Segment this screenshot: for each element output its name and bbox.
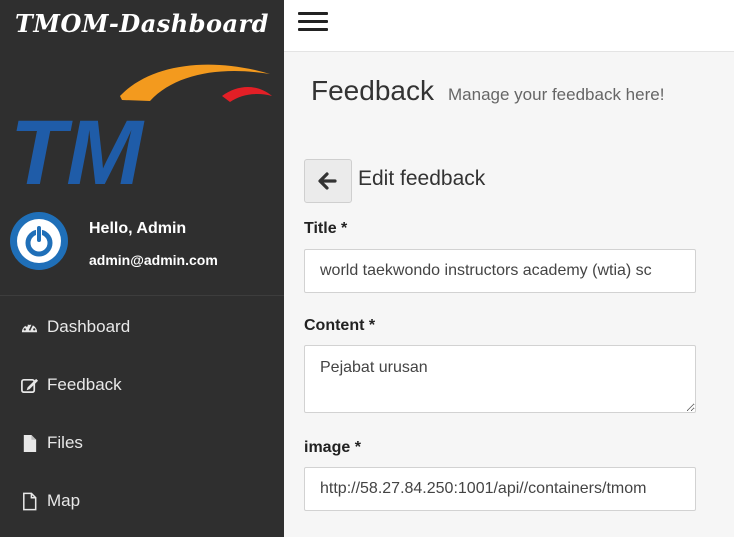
title-label: Title * [304,220,348,237]
sidebar: TMOM-Dashboard TM Hello, Admin admin@adm… [0,0,284,537]
menu-toggle-icon[interactable] [298,12,328,32]
back-button[interactable] [304,159,352,203]
user-profile: Hello, Admin admin@admin.com [0,208,284,296]
file-icon [23,434,37,452]
sidebar-item-label: Dashboard [47,317,131,336]
file-outline-icon [23,492,37,510]
page-subtitle: Manage your feedback here! [448,85,665,104]
title-field[interactable]: world taekwondo instructors academy (wti… [304,249,696,293]
greeting: Hello, Admin [89,220,187,237]
sidebar-item-feedback[interactable]: Feedback [0,356,284,414]
logo-text: TM [10,102,145,196]
tm-logo: TM [10,64,272,196]
sidebar-item-label: Map [47,491,81,510]
dashboard-icon [21,322,38,332]
brand-title: TMOM-Dashboard [15,8,269,38]
image-field[interactable]: http://58.27.84.250:1001/api//containers… [304,467,696,511]
avatar[interactable] [10,212,68,270]
power-icon [17,219,61,263]
arrow-left-icon [318,172,337,190]
top-bar [284,0,734,52]
content-field[interactable]: Pejabat urusan [304,345,696,413]
image-label: image * [304,439,361,456]
main-content: Feedback Manage your feedback here! Edit… [284,53,734,537]
sidebar-item-dashboard[interactable]: Dashboard [0,298,284,356]
sidebar-item-map[interactable]: Map [0,472,284,530]
sidebar-item-label: Feedback [47,375,122,394]
sidebar-item-files[interactable]: Files [0,414,284,472]
page-title: Feedback [311,75,434,106]
edit-icon [21,378,39,393]
content-label: Content * [304,317,376,334]
sidebar-item-label: Files [47,433,83,452]
form-heading: Edit feedback [358,167,486,190]
user-email: admin@admin.com [89,252,218,268]
brand[interactable]: TMOM-Dashboard [0,0,284,46]
sidebar-nav: Dashboard Feedback Files Map [0,298,284,530]
